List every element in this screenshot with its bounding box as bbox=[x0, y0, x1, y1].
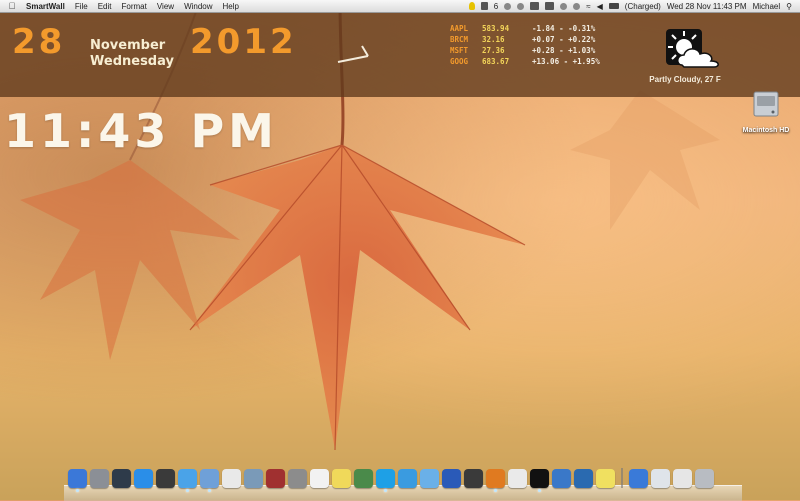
firefox-icon[interactable] bbox=[486, 469, 505, 492]
user-menu[interactable]: Michael bbox=[753, 2, 781, 11]
stock-price: 27.36 bbox=[482, 46, 505, 55]
network-utility-icon[interactable] bbox=[574, 469, 593, 488]
stock-symbol: GOOG bbox=[450, 57, 469, 66]
partly-cloudy-icon bbox=[666, 29, 719, 68]
sync-icon[interactable] bbox=[517, 2, 525, 10]
app-menu[interactable]: SmartWall bbox=[26, 2, 65, 11]
battery-icon[interactable] bbox=[608, 3, 619, 9]
menu-bar:  SmartWall File Edit Format View Window… bbox=[0, 0, 800, 13]
date-day: 28 bbox=[12, 22, 66, 62]
textedit-icon[interactable] bbox=[310, 469, 329, 488]
desktop-item-label: Macintosh HD bbox=[742, 127, 790, 134]
tips-icon[interactable] bbox=[596, 469, 615, 488]
cleaner-icon[interactable] bbox=[508, 469, 527, 488]
mail-icon[interactable] bbox=[200, 469, 219, 492]
volume-icon[interactable]: ◀ bbox=[597, 2, 603, 11]
finder-icon[interactable] bbox=[68, 469, 87, 492]
stock-price: 583.94 bbox=[482, 24, 510, 33]
menu-file[interactable]: File bbox=[75, 2, 88, 11]
dock-separator bbox=[621, 468, 623, 488]
menu-edit[interactable]: Edit bbox=[98, 2, 112, 11]
stock-price: 683.67 bbox=[482, 57, 510, 66]
notification-count[interactable]: 6 bbox=[494, 2, 498, 11]
stock-ticker: AAPL 583.94 -1.84 - -0.31% BRCM 32.16 +0… bbox=[450, 23, 600, 67]
stock-row: BRCM 32.16 +0.07 - +0.22% bbox=[450, 34, 600, 45]
system-preferences-icon[interactable] bbox=[288, 469, 307, 488]
iphoto-icon[interactable] bbox=[244, 469, 263, 488]
display-icon[interactable] bbox=[545, 2, 555, 10]
applications-folder-icon[interactable] bbox=[651, 469, 670, 488]
menu-view[interactable]: View bbox=[157, 2, 174, 11]
stock-symbol: AAPL bbox=[450, 24, 469, 33]
clock-icon[interactable] bbox=[560, 2, 568, 10]
stock-change: -1.84 - -0.31% bbox=[532, 24, 596, 33]
itunes-icon[interactable] bbox=[420, 469, 439, 488]
menu-clock[interactable]: Wed 28 Nov 11:43 PM bbox=[667, 2, 747, 11]
bulb-icon[interactable] bbox=[468, 2, 475, 10]
skype-icon[interactable] bbox=[376, 469, 395, 492]
desktop-item-macintosh-hd[interactable]: Macintosh HD bbox=[740, 88, 792, 134]
mission-control-icon[interactable] bbox=[112, 469, 131, 488]
messages-icon[interactable] bbox=[398, 469, 417, 488]
stickies-icon[interactable] bbox=[332, 469, 351, 488]
xcode-icon[interactable] bbox=[552, 469, 571, 488]
stock-symbol: MSFT bbox=[450, 46, 469, 55]
spotlight-search-icon[interactable]: ⚲ bbox=[786, 2, 792, 11]
stock-price: 32.16 bbox=[482, 35, 505, 44]
monitor-icon[interactable] bbox=[530, 2, 540, 10]
safari-icon[interactable] bbox=[178, 469, 197, 492]
clock-time: 11:43 PM bbox=[4, 104, 278, 158]
dropbox-icon[interactable] bbox=[504, 2, 512, 10]
hard-drive-icon bbox=[753, 91, 779, 117]
timemachine-icon[interactable] bbox=[573, 2, 581, 10]
documents-folder-icon[interactable] bbox=[673, 469, 692, 488]
photo-booth-icon[interactable] bbox=[266, 469, 285, 488]
app-store-icon[interactable] bbox=[134, 469, 153, 488]
menu-window[interactable]: Window bbox=[184, 2, 212, 11]
wifi-icon[interactable]: ≈ bbox=[586, 2, 590, 11]
stock-row: GOOG 683.67 +13.06 - +1.95% bbox=[450, 56, 600, 67]
weather-text: Partly Cloudy, 27 F bbox=[649, 75, 721, 84]
date-weekday: Wednesday bbox=[90, 54, 174, 69]
menu-help[interactable]: Help bbox=[223, 2, 239, 11]
stock-symbol: BRCM bbox=[450, 35, 469, 44]
stock-change: +0.28 - +1.03% bbox=[532, 46, 596, 55]
menu-format[interactable]: Format bbox=[122, 2, 147, 11]
dashboard-icon[interactable] bbox=[156, 469, 175, 488]
word-icon[interactable] bbox=[442, 469, 461, 488]
calendar-icon[interactable] bbox=[222, 469, 241, 488]
arrow-icon bbox=[337, 45, 369, 63]
bluetooth-icon[interactable] bbox=[629, 469, 648, 488]
apple-menu-icon[interactable]:  bbox=[8, 1, 16, 11]
launchpad-icon[interactable] bbox=[90, 469, 109, 488]
stock-change: +0.07 - +0.22% bbox=[532, 35, 596, 44]
dock bbox=[68, 468, 714, 492]
date-month: November bbox=[90, 38, 166, 53]
notes-icon[interactable] bbox=[480, 2, 488, 10]
terminal-icon[interactable] bbox=[530, 469, 549, 492]
date-year: 2012 bbox=[190, 22, 297, 62]
stock-row: MSFT 27.36 +0.28 - +1.03% bbox=[450, 45, 600, 56]
aperture-icon[interactable] bbox=[464, 469, 483, 488]
stock-row: AAPL 583.94 -1.84 - -0.31% bbox=[450, 23, 600, 34]
battery-status[interactable]: (Charged) bbox=[625, 2, 661, 11]
activity-monitor-icon[interactable] bbox=[354, 469, 373, 488]
trash-icon[interactable] bbox=[695, 469, 714, 488]
stock-change: +13.06 - +1.95% bbox=[532, 57, 600, 66]
